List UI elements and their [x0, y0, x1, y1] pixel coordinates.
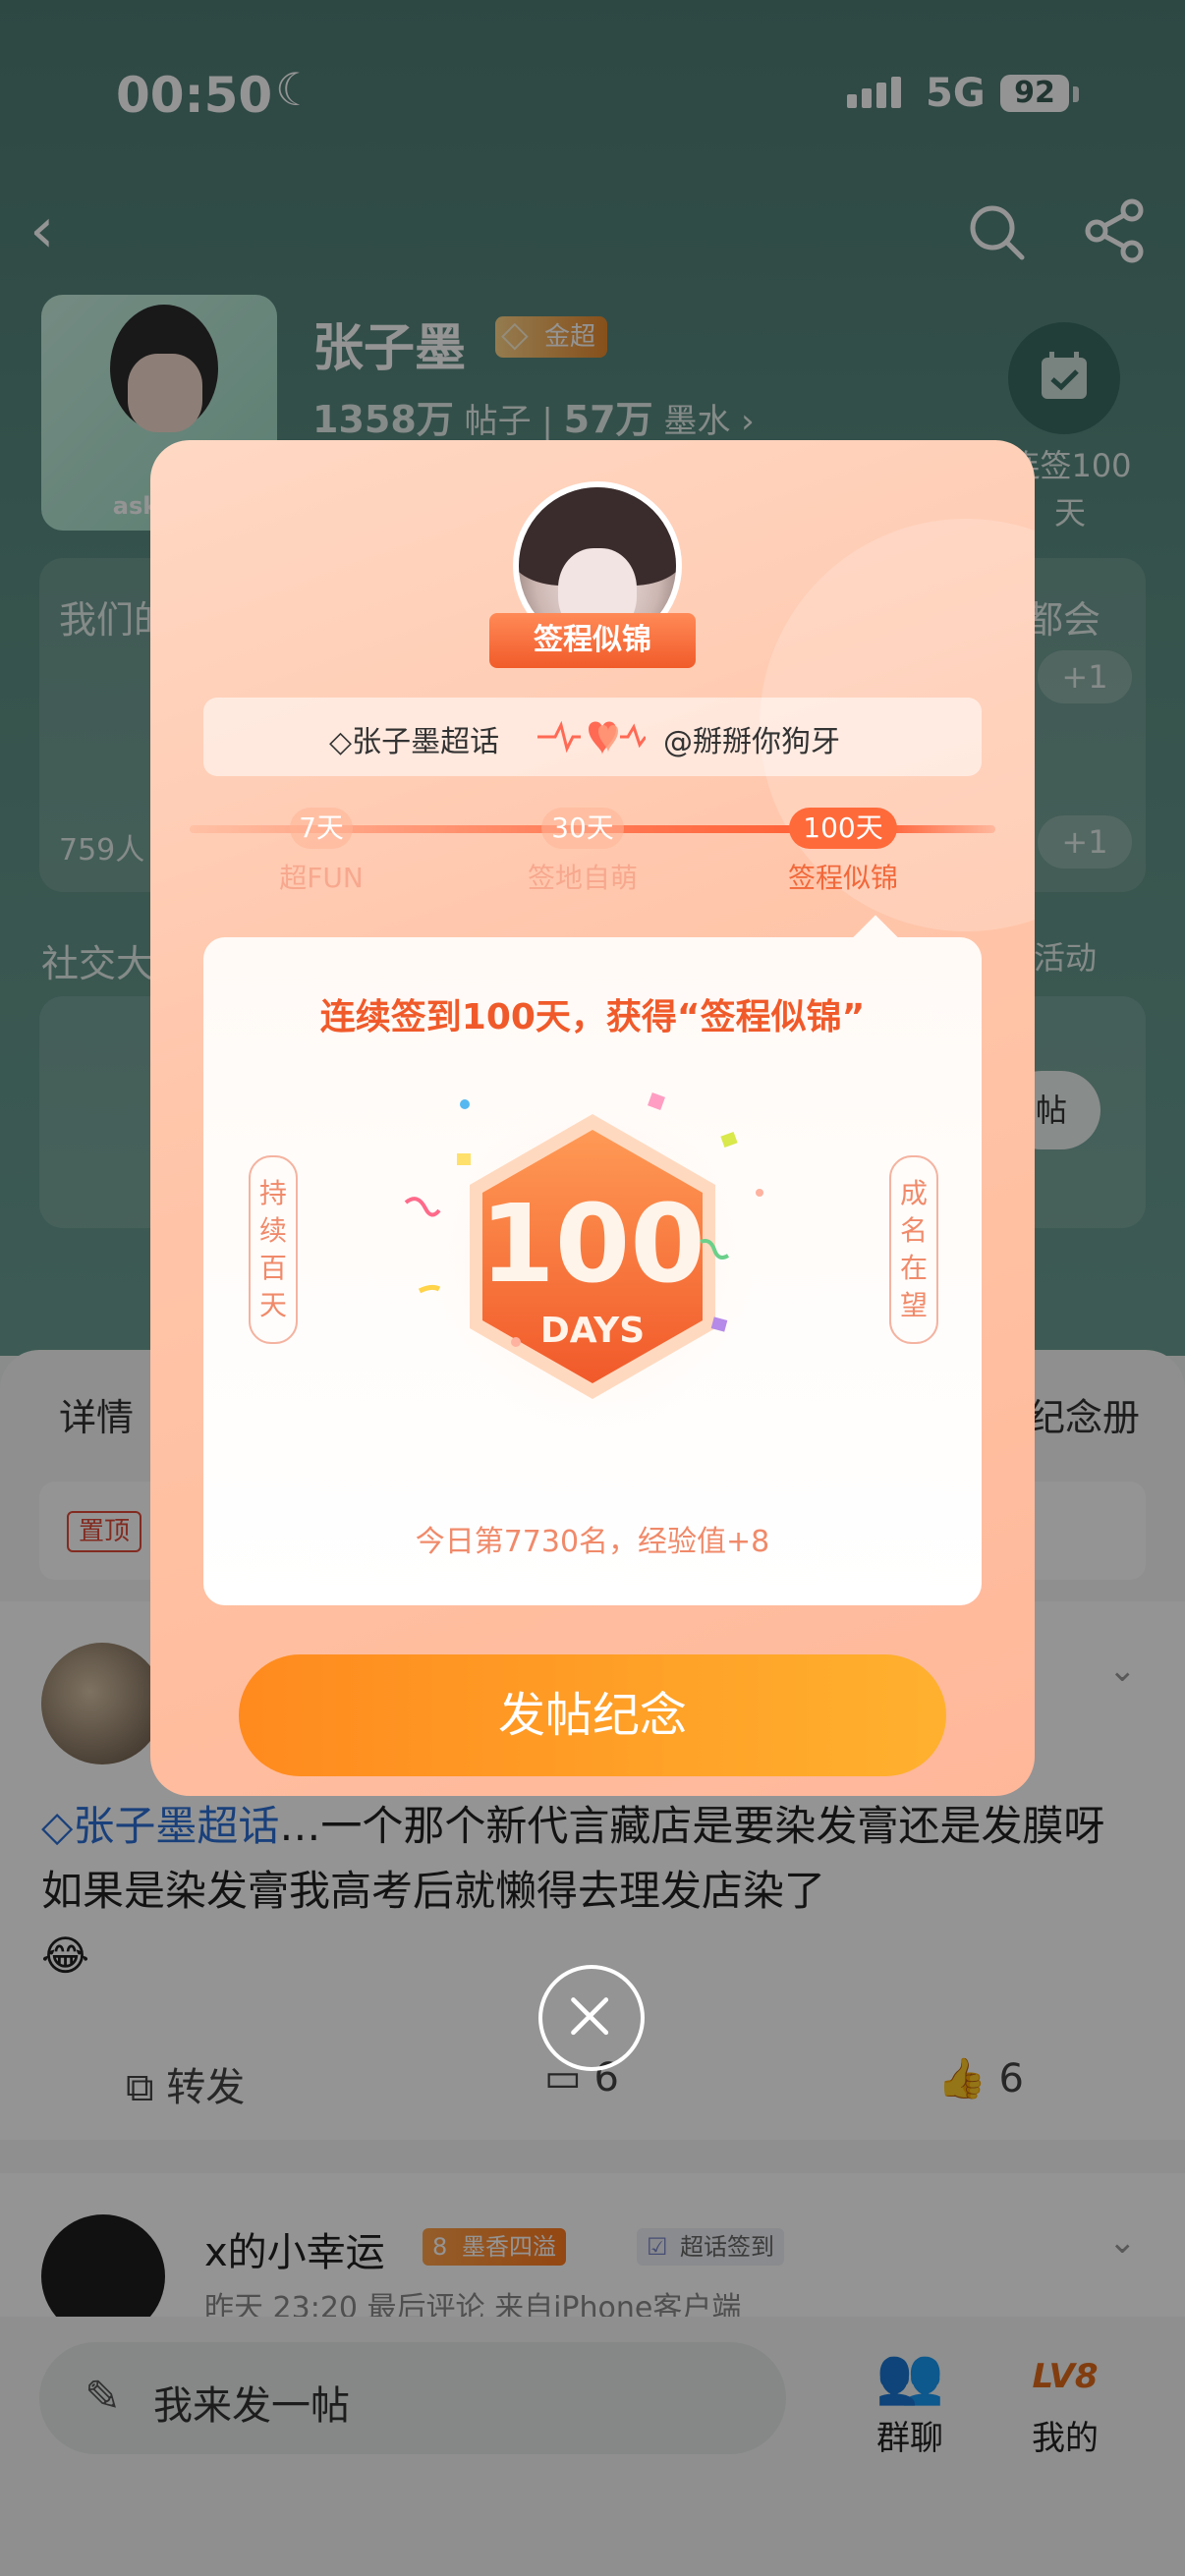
bar-name: ◇张子墨超话 — [329, 717, 499, 760]
close-icon[interactable] — [538, 1965, 645, 2071]
checkin-reward-modal: 签程似锦 ◇张子墨超话 @掰掰你狗牙 7天 30天 100天 超FUN 签地自萌… — [150, 440, 1035, 1796]
step-label-100: 签程似锦 — [787, 862, 898, 894]
step-pill-100: 100天 — [789, 808, 897, 849]
badge-number: 100 — [480, 1181, 705, 1307]
side-tag-left: 持续百天 — [249, 1155, 298, 1344]
step-label-30: 签地自萌 — [527, 862, 638, 894]
hundred-days-badge: 100 DAYS — [404, 1080, 774, 1443]
hearts-icon — [537, 720, 646, 755]
step-label-7: 超FUN — [279, 862, 364, 894]
step-pill-7: 7天 — [290, 808, 353, 849]
names-bar: ◇张子墨超话 @掰掰你狗牙 — [203, 698, 982, 776]
reward-card: 连续签到100天，获得“签程似锦” 持续百天 成名在望 100 DAYS 今日第… — [203, 937, 982, 1605]
bar-name-label: 张子墨超话 — [352, 725, 500, 759]
step-pill-30: 30天 — [541, 808, 624, 849]
side-tag-left-text: 持续百天 — [258, 1177, 287, 1321]
badge-word: DAYS — [540, 1311, 645, 1351]
diamond-icon: ◇ — [329, 725, 353, 759]
post-commemorate-button[interactable]: 发帖纪念 — [239, 1654, 946, 1776]
rank-line: 今日第7730名，经验值+8 — [415, 1525, 770, 1559]
side-tag-right: 成名在望 — [889, 1155, 938, 1344]
side-tag-right-text: 成名在望 — [899, 1177, 928, 1321]
reward-headline: 连续签到100天，获得“签程似锦” — [319, 997, 866, 1037]
user-handle: @掰掰你狗牙 — [663, 725, 840, 759]
title-ribbon: 签程似锦 — [472, 613, 713, 668]
